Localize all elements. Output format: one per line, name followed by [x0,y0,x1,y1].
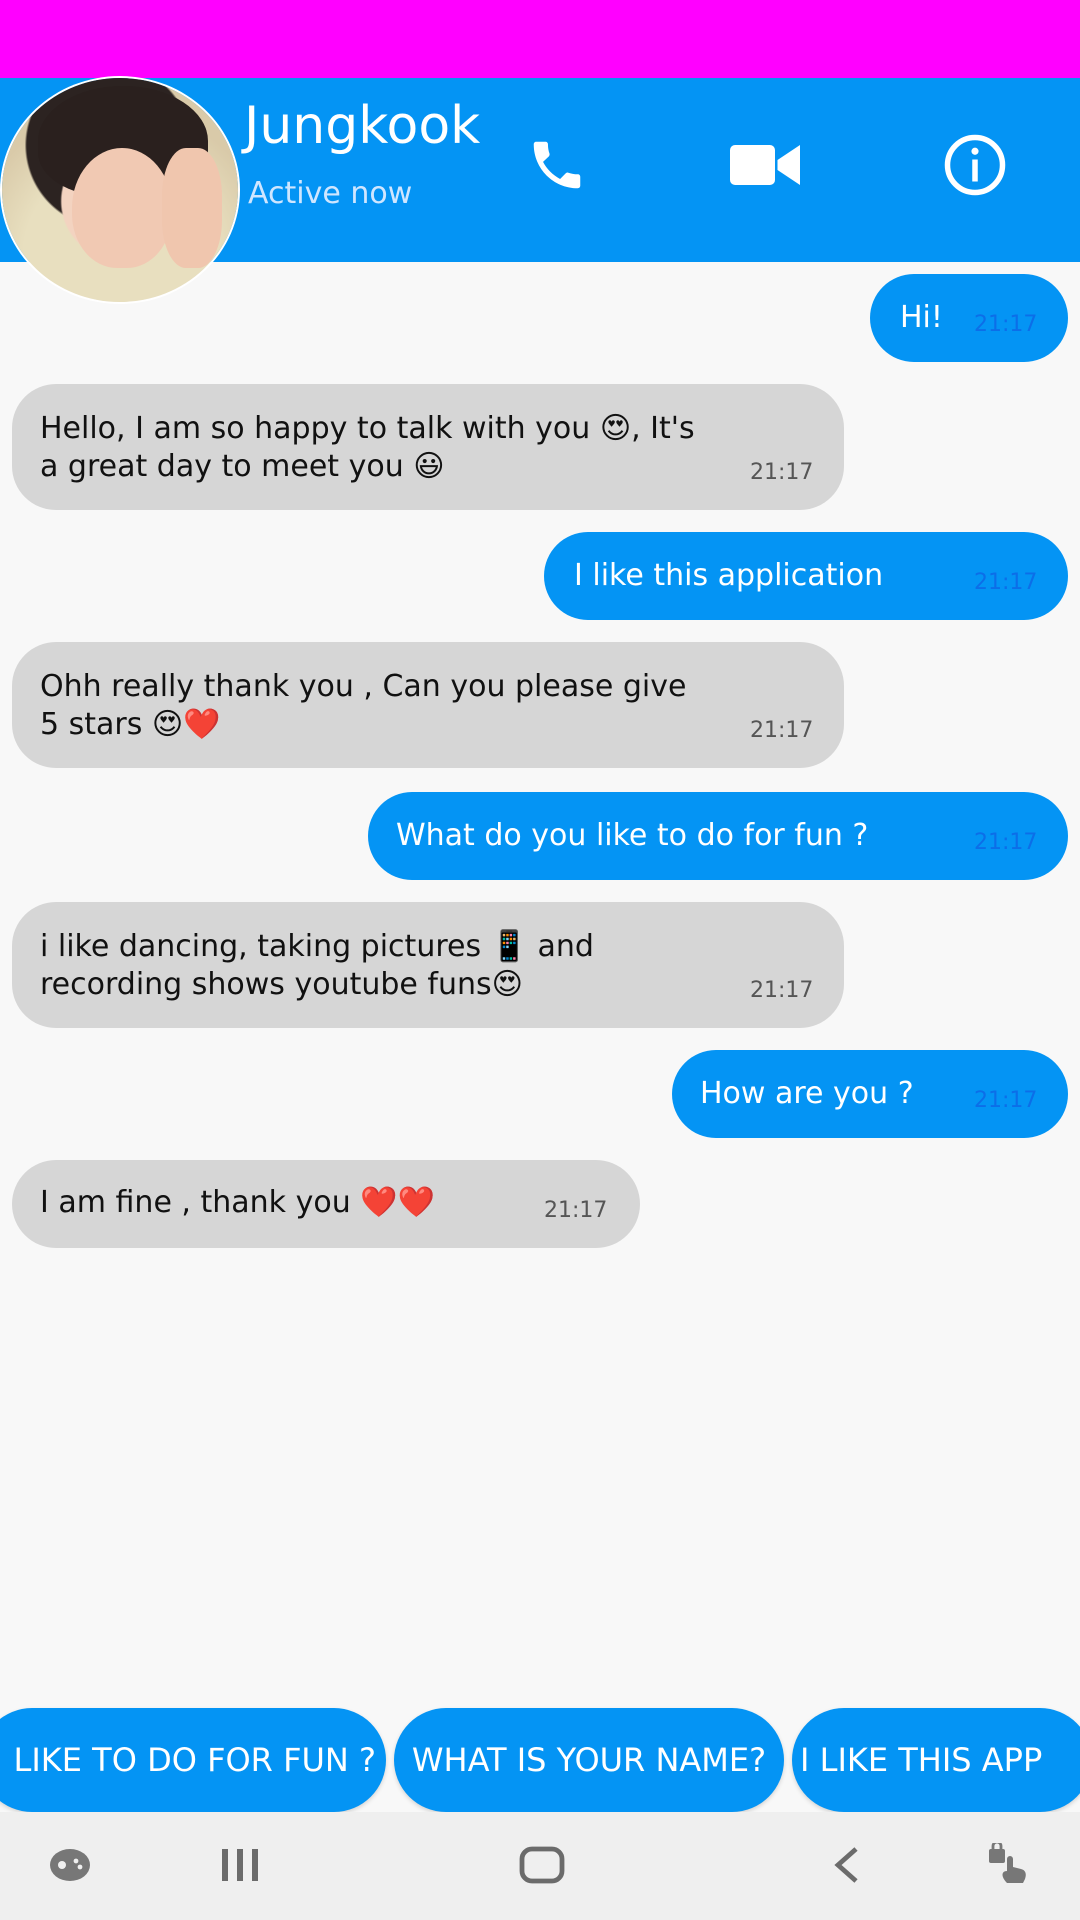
message-sent[interactable]: Hi! 21:17 [870,274,1068,362]
avatar[interactable] [2,78,238,302]
info-icon[interactable] [940,130,1010,200]
home-icon[interactable] [512,1840,572,1890]
message-text: I like this application [574,558,884,593]
message-text: I am fine , thank you ❤️❤️ [40,1185,435,1220]
game-icon[interactable] [40,1840,100,1890]
message-time: 21:17 [750,718,814,743]
message-sent[interactable]: I like this application 21:17 [544,532,1068,620]
video-camera-icon[interactable] [730,130,800,200]
contact-status: Active now [248,176,413,211]
quick-reply-label: LIKE TO DO FOR FUN ? [13,1741,376,1779]
back-icon[interactable] [818,1840,878,1890]
quick-reply-button[interactable]: WHAT IS YOUR NAME? [394,1708,784,1812]
message-sent[interactable]: What do you like to do for fun ? 21:17 [368,792,1068,880]
message-time: 21:17 [544,1198,608,1223]
phone-icon[interactable] [522,130,592,200]
message-time: 21:17 [974,1088,1038,1113]
message-time: 21:17 [974,312,1038,337]
recents-icon[interactable] [210,1840,270,1890]
message-time: 21:17 [750,460,814,485]
message-sent[interactable]: How are you ? 21:17 [672,1050,1068,1138]
message-time: 21:17 [750,978,814,1003]
message-text: How are you ? [700,1076,914,1111]
quick-reply-label: WHAT IS YOUR NAME? [411,1741,767,1779]
message-time: 21:17 [974,830,1038,855]
status-bar [0,0,1080,78]
contact-name[interactable]: Jungkook [244,96,480,156]
quick-reply-button[interactable]: I LIKE THIS APP [792,1708,1080,1812]
message-received[interactable]: Ohh really thank you , Can you please gi… [12,642,844,768]
message-received[interactable]: I am fine , thank you ❤️❤️ 21:17 [12,1160,640,1248]
message-text: What do you like to do for fun ? [396,818,869,853]
message-text: i like dancing, taking pictures 📱 and re… [40,929,594,1002]
quick-reply-label: I LIKE THIS APP [800,1741,1043,1779]
message-text: Ohh really thank you , Can you please gi… [40,669,687,742]
quick-reply-button[interactable]: LIKE TO DO FOR FUN ? [0,1708,386,1812]
message-text: Hi! [900,300,943,335]
message-text: Hello, I am so happy to talk with you 😍,… [40,411,695,484]
message-time: 21:17 [974,570,1038,595]
message-received[interactable]: i like dancing, taking pictures 📱 and re… [12,902,844,1028]
message-received[interactable]: Hello, I am so happy to talk with you 😍,… [12,384,844,510]
touch-icon[interactable] [980,1840,1040,1890]
